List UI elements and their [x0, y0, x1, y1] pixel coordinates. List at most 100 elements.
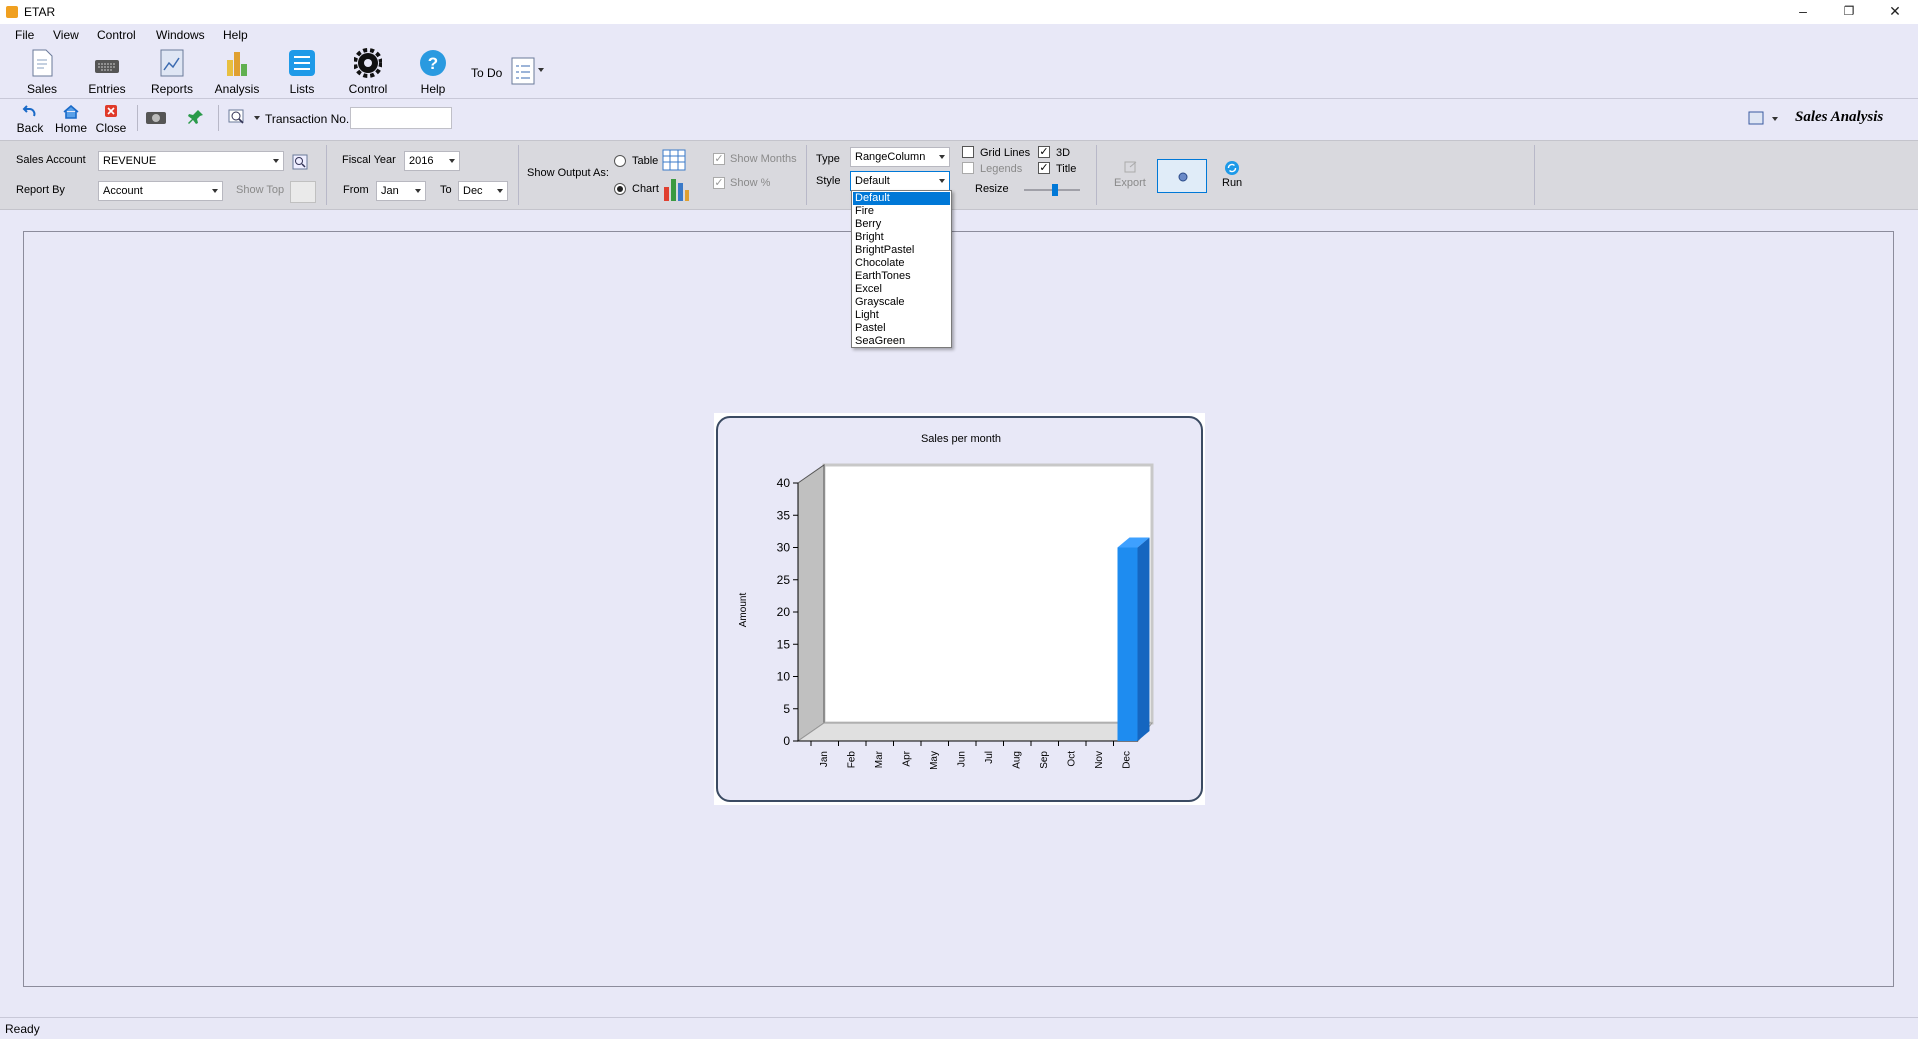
- x-tick-label: Feb: [847, 751, 858, 769]
- sales-chart: Sales per month 0 5 10 15 20 25 30 35 40 Amount Jan…: [738, 433, 1154, 770]
- analysis-button[interactable]: Analysis: [207, 46, 267, 98]
- from-label: From: [343, 184, 369, 196]
- grid-lines-checkbox[interactable]: [962, 146, 974, 158]
- chevron-down-icon: [415, 189, 421, 193]
- account-lookup-icon[interactable]: [292, 154, 308, 170]
- control-button-label: Control: [348, 82, 388, 96]
- search-icon[interactable]: [228, 109, 246, 125]
- style-option-chocolate[interactable]: Chocolate: [853, 257, 950, 270]
- window-layout-icon[interactable]: [1748, 111, 1764, 125]
- close-icon: [105, 105, 117, 117]
- menu-view[interactable]: View: [53, 28, 79, 42]
- chart-type-select[interactable]: RangeColumn: [850, 147, 950, 167]
- y-tick-label: 35: [777, 508, 791, 522]
- y-tick-label: 15: [777, 637, 791, 651]
- camera-icon[interactable]: [145, 109, 167, 125]
- bar-analysis-icon: [227, 52, 247, 76]
- three-d-checkbox[interactable]: ✓: [1038, 146, 1050, 158]
- checklist-icon: [511, 57, 535, 85]
- style-dropdown-list: Default Fire Berry Bright BrightPastel Chocol…: [851, 190, 952, 348]
- fiscal-year-select[interactable]: 2016: [404, 151, 460, 171]
- report-icon: [160, 49, 184, 77]
- title-checkbox[interactable]: ✓: [1038, 162, 1050, 174]
- style-option-brightpastel[interactable]: BrightPastel: [853, 244, 950, 257]
- menu-windows[interactable]: Windows: [156, 28, 205, 42]
- style-option-fire[interactable]: Fire: [853, 205, 950, 218]
- report-by-select[interactable]: Account: [98, 181, 223, 201]
- menu-help[interactable]: Help: [223, 28, 248, 42]
- chart-panel: Sales per month 0 5 10 15 20 25 30 35 40 Amount Jan…: [716, 416, 1203, 802]
- show-output-label: Show Output As:: [527, 167, 609, 179]
- home-icon: [63, 105, 79, 119]
- chart-radio[interactable]: [614, 183, 626, 195]
- style-option-seagreen[interactable]: SeaGreen: [853, 335, 950, 348]
- pin-icon[interactable]: [188, 109, 204, 125]
- legends-label: Legends: [980, 163, 1023, 175]
- layout-chevron-down-icon[interactable]: [1772, 117, 1778, 121]
- style-option-default[interactable]: Default: [853, 192, 950, 205]
- chevron-down-icon: [273, 159, 279, 163]
- x-tick-label: Aug: [1012, 751, 1023, 769]
- sales-button[interactable]: Sales: [12, 46, 72, 98]
- y-tick-label: 5: [783, 702, 790, 716]
- style-option-berry[interactable]: Berry: [853, 218, 950, 231]
- style-option-excel[interactable]: Excel: [853, 283, 950, 296]
- from-month-select[interactable]: Jan: [376, 181, 426, 201]
- style-option-bright[interactable]: Bright: [853, 231, 950, 244]
- sales-account-value: REVENUE: [103, 155, 157, 167]
- resize-slider[interactable]: [1024, 184, 1080, 196]
- menu-file[interactable]: File: [15, 28, 34, 42]
- reports-button-label: Reports: [150, 82, 194, 96]
- lists-button[interactable]: Lists: [272, 46, 332, 98]
- panel-separator: [326, 145, 327, 205]
- table-radio[interactable]: [614, 155, 626, 167]
- type-label: Type: [816, 153, 840, 165]
- back-button[interactable]: Back: [10, 103, 50, 135]
- sales-document-icon: [32, 49, 53, 77]
- keyboard-icon: [95, 60, 119, 73]
- resize-slider-thumb[interactable]: [1052, 184, 1058, 196]
- chart-title: Sales per month: [921, 433, 1001, 445]
- close-button[interactable]: Close: [91, 103, 131, 135]
- home-button[interactable]: Home: [51, 103, 91, 135]
- gear-icon: [354, 48, 382, 78]
- search-chevron-down-icon[interactable]: [254, 116, 260, 120]
- status-text: Ready: [5, 1022, 40, 1036]
- legends-checkbox[interactable]: [962, 162, 974, 174]
- todo-dropdown-button[interactable]: [510, 56, 544, 88]
- help-button[interactable]: ? Help: [403, 46, 463, 98]
- x-tick-label: May: [929, 751, 940, 770]
- y-tick-label: 30: [777, 541, 791, 555]
- title-checkbox-label: Title: [1056, 163, 1077, 175]
- run-button[interactable]: Run: [1222, 177, 1242, 189]
- style-option-pastel[interactable]: Pastel: [853, 322, 950, 335]
- close-window-button[interactable]: ✕: [1872, 0, 1918, 24]
- todo-chevron-down-icon: [538, 68, 544, 72]
- app-icon: [6, 6, 18, 18]
- transaction-no-input[interactable]: [350, 107, 452, 129]
- show-percent-checkbox[interactable]: ✓: [713, 177, 725, 189]
- style-option-grayscale[interactable]: Grayscale: [853, 296, 950, 309]
- sales-account-select[interactable]: REVENUE: [98, 151, 284, 171]
- grid-lines-label: Grid Lines: [980, 147, 1031, 159]
- menu-bar: File View Control Windows Help: [0, 24, 1918, 46]
- to-month-select[interactable]: Dec: [458, 181, 508, 201]
- preview-button[interactable]: [1157, 159, 1207, 193]
- restore-button[interactable]: ❐: [1826, 0, 1872, 24]
- show-months-checkbox[interactable]: ✓: [713, 153, 725, 165]
- reports-button[interactable]: Reports: [142, 46, 202, 98]
- control-button[interactable]: Control: [338, 46, 398, 98]
- show-top-input[interactable]: [290, 181, 316, 203]
- chart-type-value: RangeColumn: [855, 151, 926, 163]
- minimize-button[interactable]: –: [1780, 0, 1826, 24]
- style-option-light[interactable]: Light: [853, 309, 950, 322]
- style-option-earthtones[interactable]: EarthTones: [853, 270, 950, 283]
- show-percent-label: Show %: [730, 177, 771, 189]
- chart-side-wall: [797, 464, 825, 742]
- export-button[interactable]: Export: [1114, 177, 1146, 189]
- bar-side-dec: [1137, 537, 1150, 741]
- chart-style-select[interactable]: Default: [850, 171, 950, 191]
- y-tick-label: 0: [783, 734, 790, 748]
- menu-control[interactable]: Control: [97, 28, 136, 42]
- entries-button[interactable]: Entries: [77, 46, 137, 98]
